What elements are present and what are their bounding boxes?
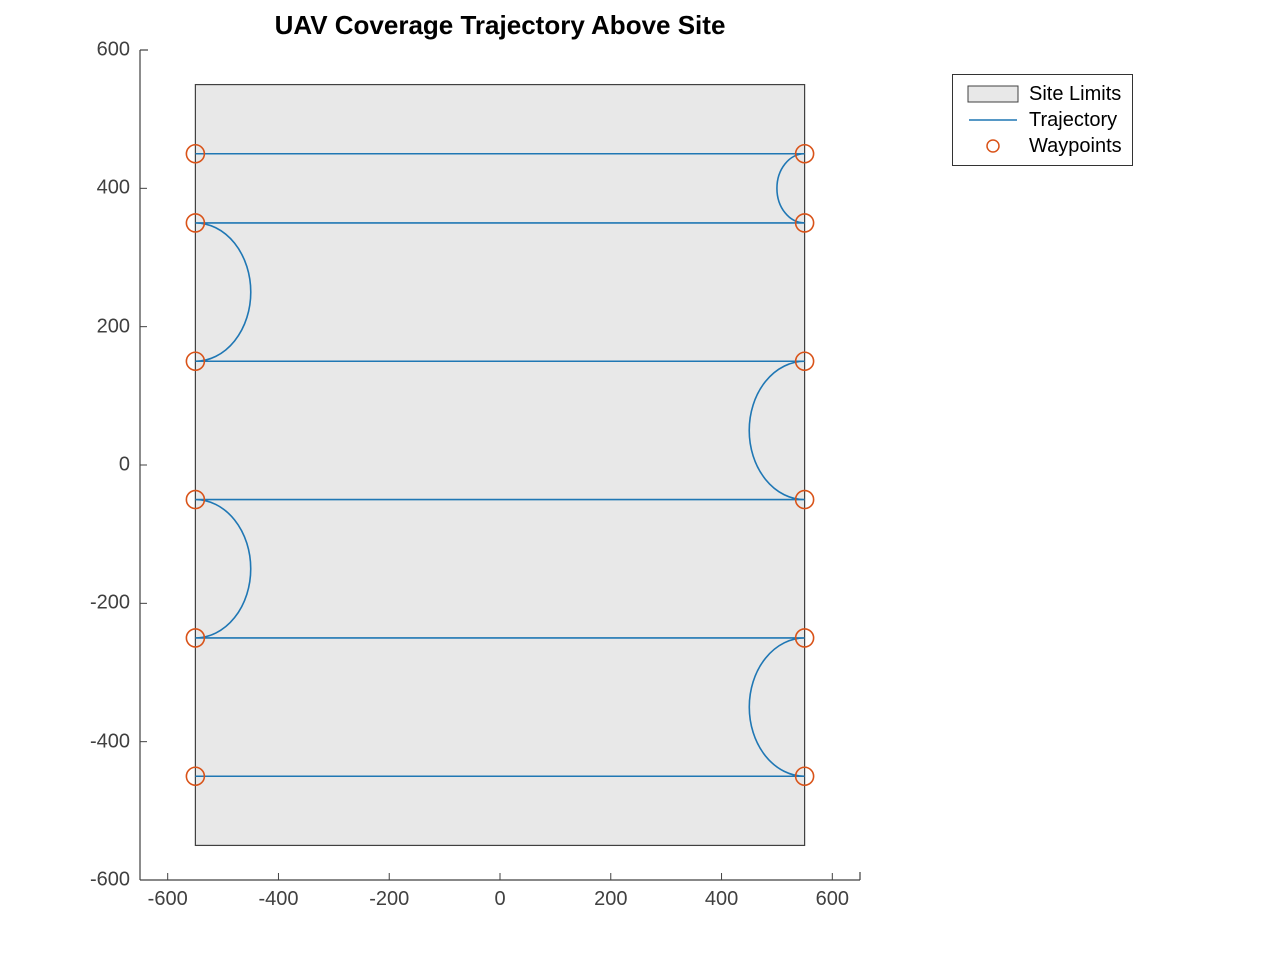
x-tick-label: -600 bbox=[148, 888, 188, 911]
legend-swatch-waypoints bbox=[963, 135, 1023, 157]
legend-item-waypoints: Waypoints bbox=[963, 133, 1122, 159]
y-tick-label: -600 bbox=[70, 869, 130, 892]
x-tick-label: -400 bbox=[258, 888, 298, 911]
legend-swatch-site bbox=[963, 83, 1023, 105]
legend-label-waypoints: Waypoints bbox=[1029, 135, 1122, 158]
legend-label-trajectory: Trajectory bbox=[1029, 109, 1117, 132]
x-tick-label: 600 bbox=[816, 888, 849, 911]
site-limits-rect bbox=[195, 85, 804, 846]
legend-item-site: Site Limits bbox=[963, 81, 1122, 107]
y-tick-label: -400 bbox=[70, 730, 130, 753]
y-tick-label: 0 bbox=[70, 454, 130, 477]
x-tick-label: -200 bbox=[369, 888, 409, 911]
x-tick-label: 400 bbox=[705, 888, 738, 911]
legend-swatch-trajectory bbox=[963, 109, 1023, 131]
figure: UAV Coverage Trajectory Above Site -600-… bbox=[0, 0, 1274, 955]
y-tick-label: 200 bbox=[70, 315, 130, 338]
legend-item-trajectory: Trajectory bbox=[963, 107, 1122, 133]
y-tick-label: 600 bbox=[70, 39, 130, 62]
y-tick-label: -200 bbox=[70, 592, 130, 615]
legend: Site Limits Trajectory Waypoints bbox=[952, 74, 1133, 166]
x-tick-label: 0 bbox=[494, 888, 505, 911]
x-tick-label: 200 bbox=[594, 888, 627, 911]
legend-label-site: Site Limits bbox=[1029, 83, 1121, 106]
y-tick-label: 400 bbox=[70, 177, 130, 200]
